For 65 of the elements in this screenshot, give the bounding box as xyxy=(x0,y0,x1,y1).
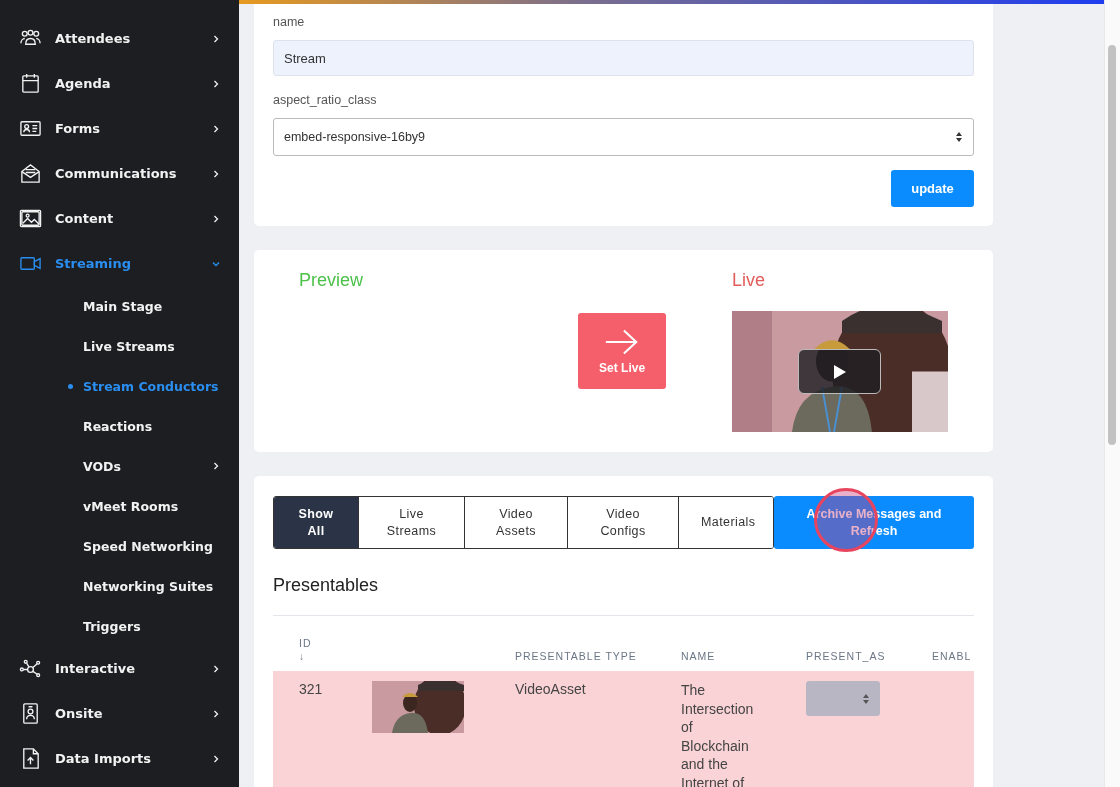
nav-subitem[interactable]: Networking Suites xyxy=(0,566,239,606)
column-header[interactable]: ID xyxy=(299,637,372,649)
calendar-icon xyxy=(19,72,42,95)
nav-item[interactable]: Attendees xyxy=(0,16,239,61)
nav-item[interactable]: Communications xyxy=(0,151,239,196)
chevron-right-icon xyxy=(211,123,221,134)
nav-subitem[interactable]: Speed Networking xyxy=(0,526,239,566)
mail-icon xyxy=(19,162,42,185)
nav-label: Attendees xyxy=(55,31,132,46)
image-icon xyxy=(19,207,42,230)
table-cell: VideoAsset xyxy=(515,681,586,697)
column-header: ENABL xyxy=(932,650,972,662)
nav-subitem[interactable]: VODs xyxy=(0,446,239,486)
nav-subitem[interactable]: Triggers xyxy=(0,606,239,646)
nav-item[interactable]: Content xyxy=(0,196,239,241)
nav-item[interactable]: Data Imports xyxy=(0,736,239,781)
play-icon xyxy=(832,363,847,380)
chevron-right-icon xyxy=(211,213,221,224)
nav-label: Data Imports xyxy=(55,751,153,766)
table-cell-text: 321 xyxy=(299,681,324,697)
nav-item[interactable]: Agenda xyxy=(0,61,239,106)
nodes-icon xyxy=(19,657,42,680)
chevron-right-icon xyxy=(211,708,221,719)
scrollbar-thumb[interactable] xyxy=(1108,45,1116,445)
filter-tab[interactable]: Materials xyxy=(678,497,773,548)
select-arrows-icon xyxy=(955,131,963,143)
chevron-right-icon xyxy=(211,753,221,764)
name-field[interactable]: Stream xyxy=(273,40,974,76)
field-label: name xyxy=(273,14,306,30)
field-label: aspect_ratio_class xyxy=(273,92,378,108)
column-header: PRESENTABLE TYPE xyxy=(515,650,637,662)
live-title: Live xyxy=(732,270,767,291)
nav-label: Streaming xyxy=(55,256,133,271)
play-button[interactable] xyxy=(798,349,881,394)
filter-tab[interactable]: Show All xyxy=(274,497,358,548)
nav-label: Interactive xyxy=(55,661,136,676)
nav-subitem[interactable]: Stream Conductors xyxy=(0,366,239,406)
aspect-select[interactable]: embed-responsive-16by9 xyxy=(273,118,974,156)
nav-item[interactable]: Forms xyxy=(0,106,239,151)
present-as-select[interactable] xyxy=(806,681,880,716)
preview-title: Preview xyxy=(299,270,365,291)
column-header: PRESENT_AS xyxy=(806,650,886,662)
chevron-right-icon xyxy=(211,33,221,44)
chevron-right-icon xyxy=(211,78,221,89)
chevron-right-icon xyxy=(211,663,221,674)
nav-label: Agenda xyxy=(55,76,112,91)
nav-subitem[interactable]: Main Stage xyxy=(0,286,239,326)
column-header: NAME xyxy=(681,650,716,662)
nav-item[interactable]: Onsite xyxy=(0,691,239,736)
table-cell-text: The Intersection of Blockchain and the Internet of xyxy=(681,681,755,787)
nav-label: Onsite xyxy=(55,706,104,721)
active-dot-icon xyxy=(68,383,73,389)
sort-arrow-icon: ↓ xyxy=(299,651,372,662)
table-title: Presentables xyxy=(273,574,380,597)
nav-label: Forms xyxy=(55,121,101,136)
nav-label: Content xyxy=(55,211,115,226)
chevron-right-icon xyxy=(211,461,221,471)
select-arrows-icon xyxy=(862,692,870,705)
nav-subitem[interactable]: Live Streams xyxy=(0,326,239,366)
nav-item[interactable]: Interactive xyxy=(0,646,239,691)
nav-label: Communications xyxy=(55,166,178,181)
nav-subitem[interactable]: vMeet Rooms xyxy=(0,486,239,526)
nav-subitem[interactable]: Reactions xyxy=(0,406,239,446)
nav-item[interactable]: Streaming xyxy=(0,241,239,286)
chevron-right-icon xyxy=(211,168,221,179)
